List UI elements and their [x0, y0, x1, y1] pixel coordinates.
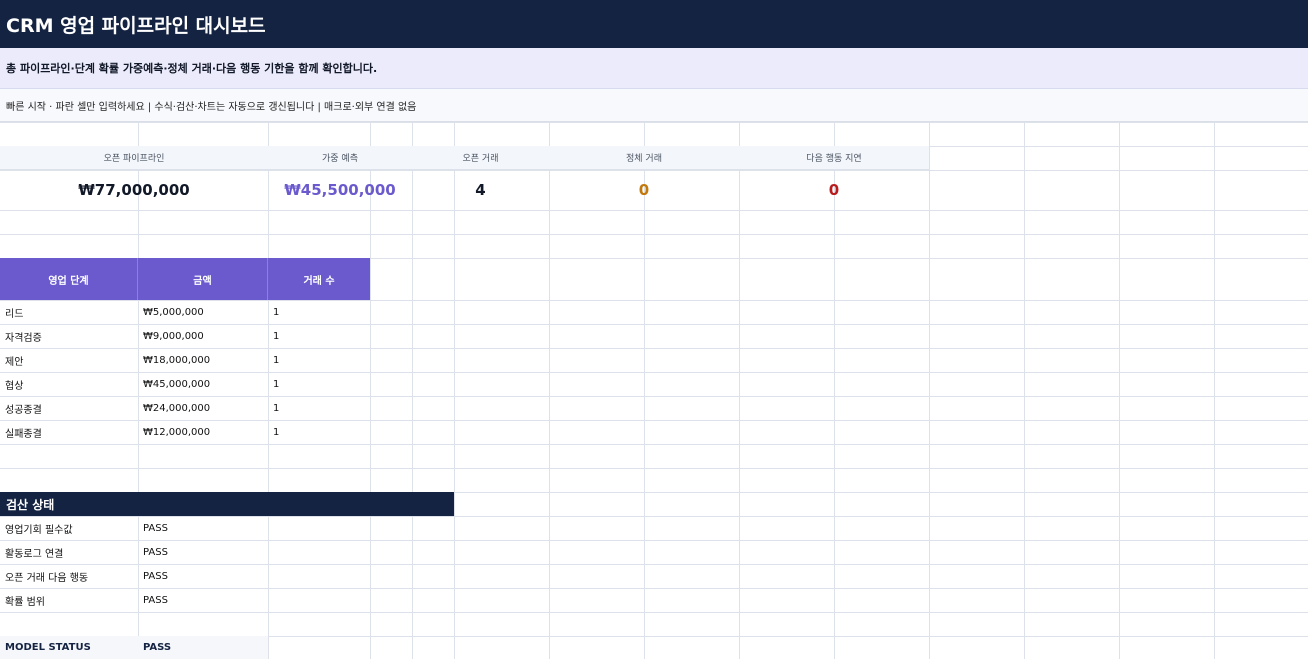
kpi-label-weighted-forecast: 가중 예측 [268, 146, 412, 170]
check-label[interactable]: 오픈 거래 다음 행동 [0, 564, 138, 588]
amount-cell[interactable]: ₩12,000,000 [138, 420, 268, 444]
amount-cell[interactable]: ₩18,000,000 [138, 348, 268, 372]
grid-column-line [1024, 122, 1025, 659]
kpi-label-open-deals: 오픈 거래 [412, 146, 549, 170]
column-header-amount[interactable]: 금액 [138, 258, 268, 300]
grid-row-line [0, 122, 1308, 123]
column-header-stage[interactable]: 영업 단계 [0, 258, 138, 300]
amount-cell[interactable]: ₩9,000,000 [138, 324, 268, 348]
notes-row: 빠른 시작 · 파란 셀만 입력하세요 | 수식·검산·차트는 자동으로 갱신됩… [0, 89, 1308, 122]
kpi-value-open-deals: 4 [475, 181, 486, 199]
check-label[interactable]: 영업기회 필수값 [0, 516, 138, 540]
check-label[interactable]: 활동로그 연결 [0, 540, 138, 564]
model-status-label[interactable]: MODEL STATUS [0, 636, 138, 659]
column-header-count[interactable]: 거래 수 [268, 258, 370, 300]
check-status[interactable]: PASS [138, 588, 268, 612]
subtitle-row: 총 파이프라인·단계 확률 가중예측·정체 거래·다음 행동 기한을 함께 확인… [0, 48, 1308, 89]
kpi-label-open-pipeline: 오픈 파이프라인 [0, 146, 268, 170]
count-cell[interactable]: 1 [268, 420, 370, 444]
amount-cell[interactable]: ₩5,000,000 [138, 300, 268, 324]
grid-row-line [0, 234, 1308, 235]
count-cell[interactable]: 1 [268, 348, 370, 372]
stage-cell[interactable]: 리드 [0, 300, 138, 324]
kpi-label-stalled-deals: 정체 거래 [549, 146, 739, 170]
stage-cell[interactable]: 제안 [0, 348, 138, 372]
grid-row-line [0, 468, 1308, 469]
kpi-value-open-pipeline: ₩77,000,000 [78, 181, 190, 199]
check-status[interactable]: PASS [138, 564, 268, 588]
check-status[interactable]: PASS [138, 540, 268, 564]
stage-cell[interactable]: 성공종결 [0, 396, 138, 420]
page-title: CRM 영업 파이프라인 대시보드 [6, 14, 266, 37]
grid-row-line [0, 612, 1308, 613]
check-label[interactable]: 확률 범위 [0, 588, 138, 612]
grid-column-line [1119, 122, 1120, 659]
count-cell[interactable]: 1 [268, 396, 370, 420]
check-status[interactable]: PASS [138, 516, 268, 540]
amount-cell[interactable]: ₩24,000,000 [138, 396, 268, 420]
amount-cell[interactable]: ₩45,000,000 [138, 372, 268, 396]
kpi-value-weighted-forecast: ₩45,500,000 [284, 181, 396, 199]
kpi-value-stalled-deals: 0 [638, 181, 650, 199]
stage-cell[interactable]: 협상 [0, 372, 138, 396]
count-cell[interactable]: 1 [268, 300, 370, 324]
stage-cell[interactable]: 실패종결 [0, 420, 138, 444]
checks-section-header: 검산 상태 [0, 492, 454, 516]
grid-row-line [0, 444, 1308, 445]
grid-row-line [0, 210, 1308, 211]
kpi-label-next-action-delay: 다음 행동 지연 [739, 146, 929, 170]
title-bar: CRM 영업 파이프라인 대시보드 [0, 0, 1308, 48]
kpi-value-next-action-delay: 0 [828, 181, 840, 199]
stage-cell[interactable]: 자격검증 [0, 324, 138, 348]
count-cell[interactable]: 1 [268, 324, 370, 348]
model-status-value[interactable]: PASS [138, 636, 268, 659]
grid-column-line [1214, 122, 1215, 659]
count-cell[interactable]: 1 [268, 372, 370, 396]
grid-column-line [929, 122, 930, 659]
